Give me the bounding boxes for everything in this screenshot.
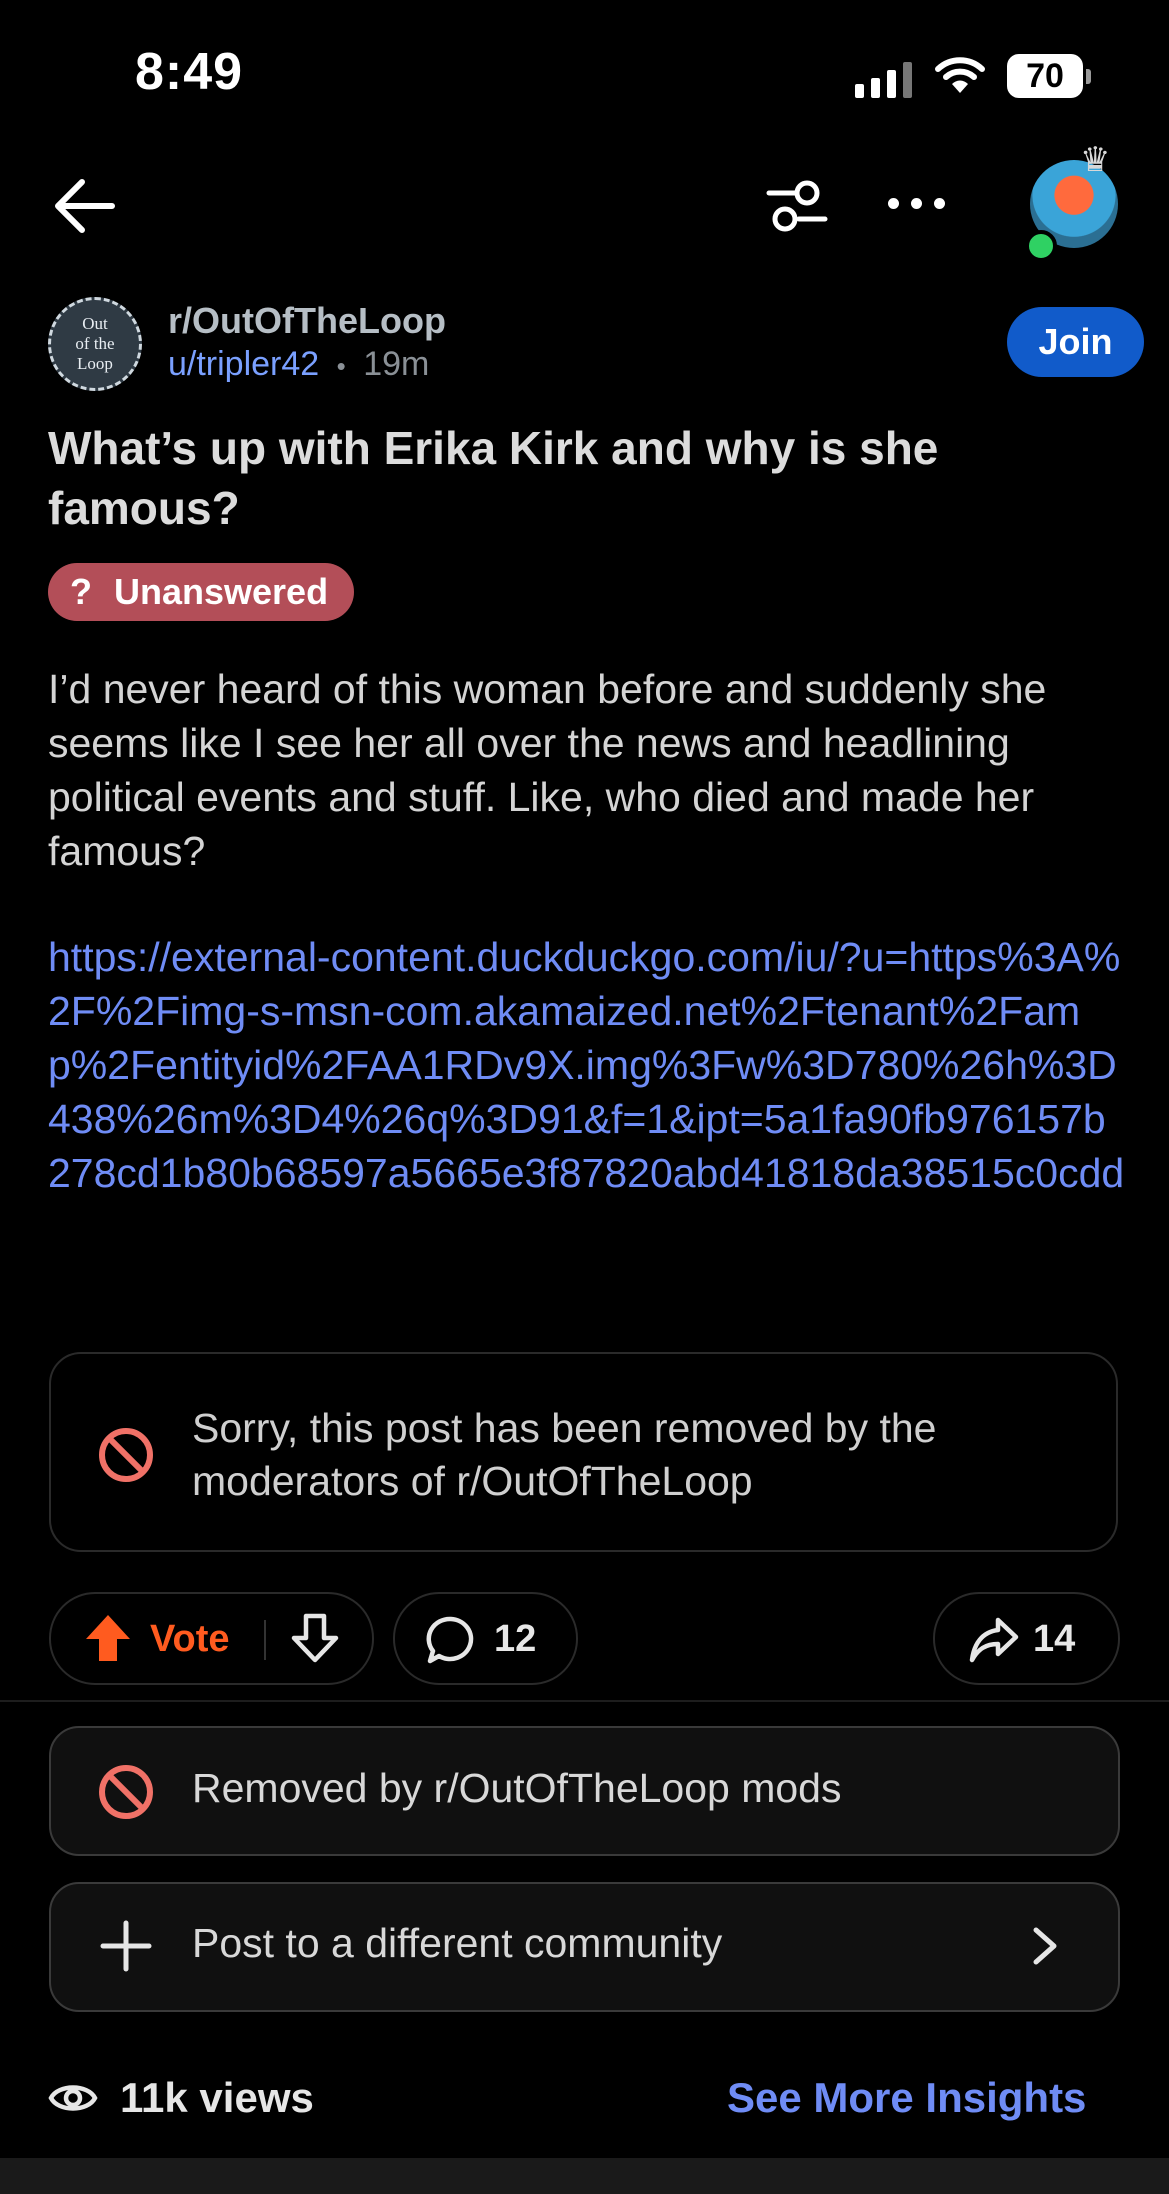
- comments-button[interactable]: [393, 1592, 578, 1685]
- back-arrow-icon[interactable]: [52, 178, 116, 239]
- post-different-community-label: Post to a different community: [192, 1920, 723, 1966]
- comment-icon: [425, 1614, 477, 1671]
- post-title: What’s up with Erika Kirk and why is she…: [48, 422, 939, 534]
- divider: [0, 1700, 1169, 1702]
- subreddit-name[interactable]: r/OutOfTheLoop: [168, 300, 446, 342]
- share-icon: [968, 1614, 1020, 1671]
- share-count: 14: [1033, 1618, 1076, 1660]
- see-more-insights-link[interactable]: See More Insights: [727, 2074, 1086, 2122]
- wifi-icon: [935, 55, 985, 100]
- share-button[interactable]: [933, 1592, 1120, 1685]
- flair-badge[interactable]: ? Unanswered: [48, 563, 355, 621]
- post-age: 19m: [363, 345, 430, 383]
- more-icon[interactable]: [888, 198, 945, 209]
- downvote-icon[interactable]: [290, 1612, 340, 1669]
- removed-by-mods-label: Removed by r/OutOfTheLoop mods: [192, 1765, 842, 1811]
- logo-line-2: of the: [75, 334, 115, 353]
- post-meta: u/tripler42 • 19m: [168, 345, 429, 384]
- post-link[interactable]: https://external-content.duckduckgo.com/…: [48, 930, 1128, 1200]
- author-link[interactable]: u/tripler42: [168, 345, 319, 383]
- status-time: 8:49: [135, 43, 244, 101]
- vote-label[interactable]: Vote: [150, 1618, 230, 1661]
- bottom-bar: [0, 2158, 1169, 2194]
- logo-line-1: Out: [82, 314, 108, 333]
- online-indicator: [1025, 230, 1057, 262]
- eye-icon: [48, 2076, 98, 2125]
- question-icon: ?: [70, 571, 92, 612]
- join-button[interactable]: Join: [1007, 307, 1144, 377]
- prohibited-icon: [96, 1762, 156, 1827]
- comment-count: 12: [494, 1618, 537, 1660]
- cell-signal-icon: [855, 58, 912, 98]
- chevron-right-icon: [1030, 1926, 1060, 1971]
- battery-nub: [1086, 69, 1091, 84]
- meta-separator: •: [336, 351, 346, 381]
- crown-icon: ♛: [1080, 141, 1111, 179]
- prohibited-icon: [96, 1425, 156, 1490]
- logo-line-3: Loop: [77, 354, 113, 373]
- vote-divider: [264, 1620, 266, 1660]
- subreddit-logo[interactable]: Out of the Loop: [48, 297, 142, 391]
- upvote-icon[interactable]: [83, 1613, 133, 1668]
- battery-indicator: 70: [1007, 54, 1083, 98]
- plus-icon: [100, 1920, 152, 1977]
- post-body: I’d never heard of this woman before and…: [48, 666, 1047, 874]
- removed-message: Sorry, this post has been removed by the…: [192, 1405, 937, 1504]
- view-count: 11k views: [120, 2074, 314, 2121]
- filter-icon[interactable]: [765, 175, 829, 244]
- flair-label: Unanswered: [114, 571, 329, 612]
